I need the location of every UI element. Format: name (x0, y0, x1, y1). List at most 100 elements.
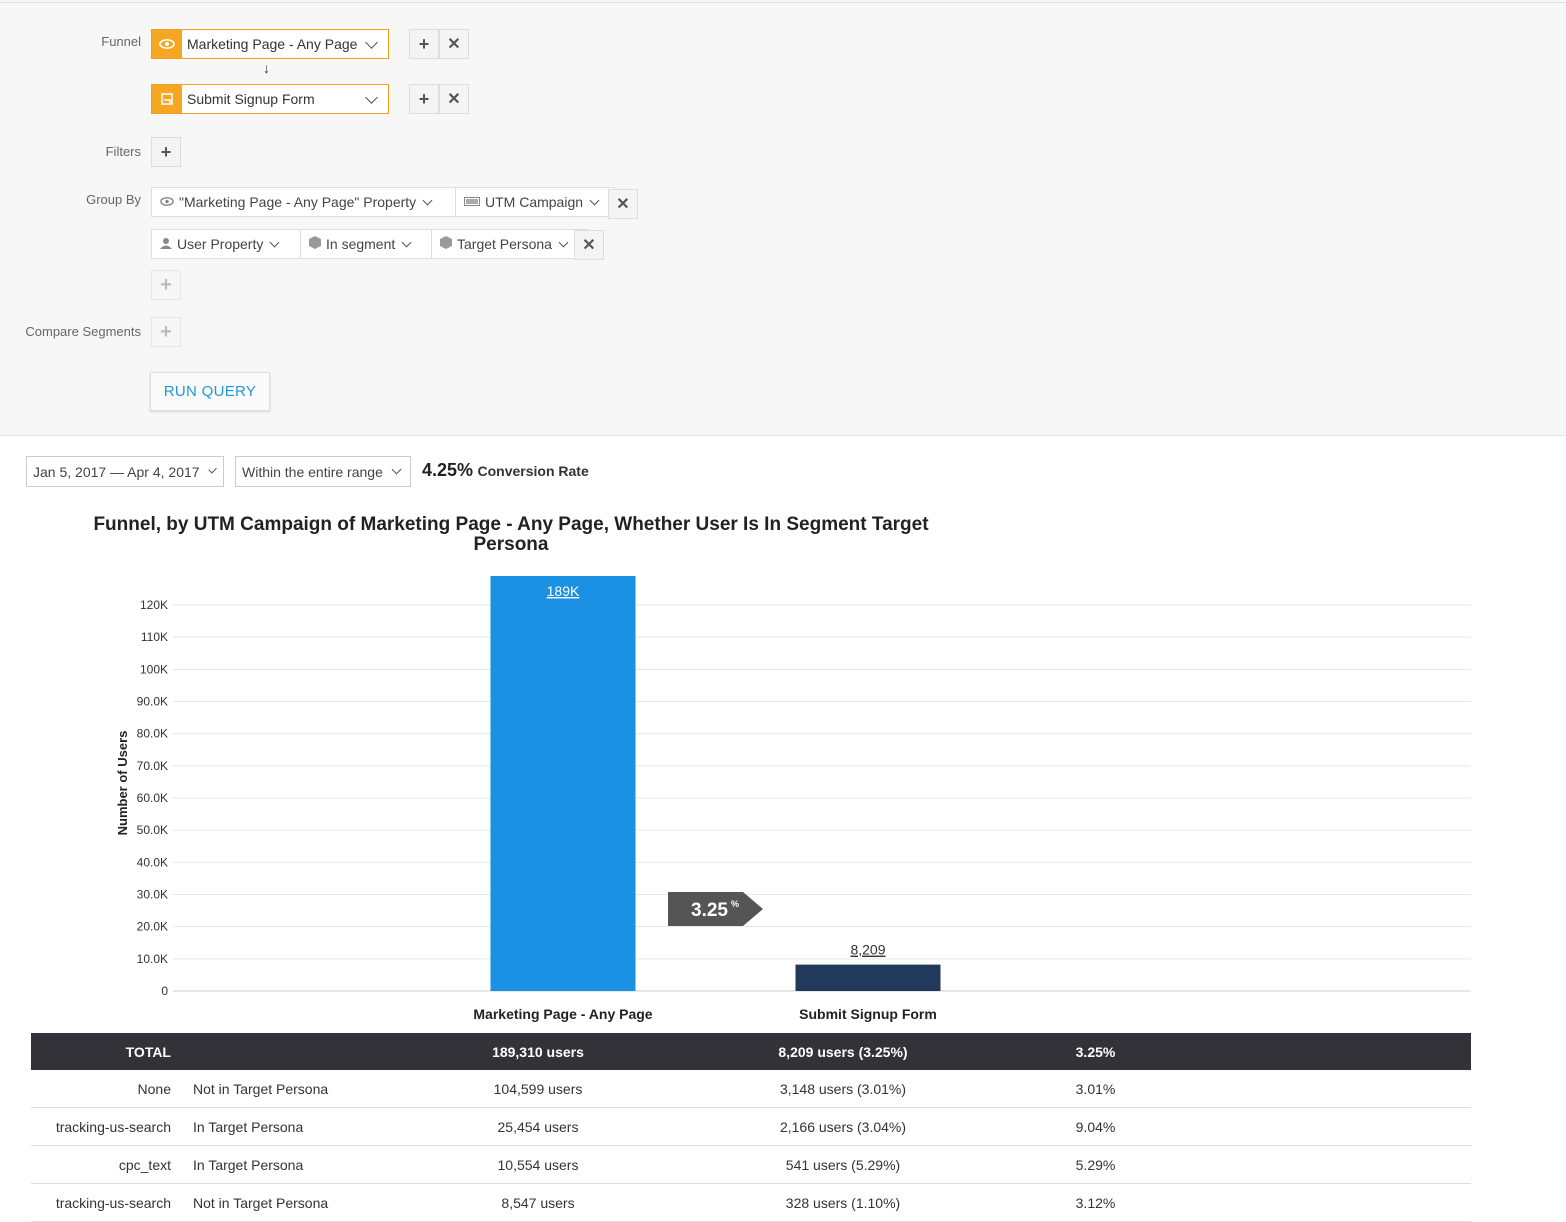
table-cell: Not in Target Persona (171, 1070, 378, 1108)
table-cell: tracking-us-search (31, 1107, 171, 1146)
table-cell-spacer (1203, 1107, 1471, 1146)
funnel-chart: 0 10.0K 20.0K 30.0K 40.0K 50.0K 60.0K 70.0K 80.0… (115, 576, 1471, 1022)
step-2-actions: + ✕ (409, 84, 469, 114)
plus-icon: + (418, 88, 430, 109)
filters-label: Filters (105, 144, 141, 159)
segment-icon (309, 236, 321, 252)
table-cell: 25,454 users (378, 1107, 698, 1146)
bar (490, 576, 636, 991)
table-cell-spacer (1203, 1070, 1471, 1108)
chevron-down-icon (589, 195, 600, 205)
table-cell: 2,166 users (3.04%) (698, 1107, 988, 1146)
compare-segments-label: Compare Segments (25, 324, 141, 339)
group-by-user-property-select[interactable]: User Property (152, 230, 301, 258)
group-by-event-property-label: "Marketing Page - Any Page" Property (179, 194, 417, 210)
eye-icon (152, 30, 182, 58)
table-cell: 5.29% (988, 1145, 1203, 1184)
remove-step-button[interactable]: ✕ (439, 84, 469, 114)
funnel-label: Funnel (101, 34, 141, 49)
date-range-picker[interactable]: Jan 5, 2017 — Apr 4, 2017 (26, 456, 224, 487)
chevron-down-icon (401, 237, 412, 247)
y-tick-label: 90.0K (137, 695, 168, 709)
table-total-row: TOTAL 189,310 users 8,209 users (3.25%) 3.2… (31, 1033, 1471, 1070)
y-tick-label: 20.0K (137, 920, 168, 934)
table-cell: Not in Target Persona (171, 1183, 378, 1222)
group-by-user-property-label: User Property (177, 236, 264, 252)
table-cell: 104,599 users (378, 1070, 698, 1108)
group-by-row-1: "Marketing Page - Any Page" Property UTM… (151, 187, 615, 217)
add-compare-segment-button[interactable]: + (151, 317, 181, 347)
run-query-button[interactable]: RUN QUERY (150, 372, 270, 411)
y-tick-label: 50.0K (137, 823, 168, 837)
group-by-utm-select[interactable]: UTM Campaign (456, 188, 614, 216)
table-cell: 189,310 users (378, 1033, 698, 1070)
conversion-arrow-value: 3.25 (691, 900, 728, 921)
range-mode-label: Within the entire range (242, 463, 383, 480)
conversion-rate-summary: 4.25% Conversion Rate (422, 460, 589, 481)
group-by-event-property-select[interactable]: "Marketing Page - Any Page" Property (152, 188, 456, 216)
add-filter-button[interactable]: + (151, 137, 181, 167)
y-tick-label: 0 (161, 984, 168, 998)
table-cell: 10,554 users (378, 1145, 698, 1184)
table-cell: 8,547 users (378, 1183, 698, 1222)
bar-value-label: 189K (547, 583, 580, 599)
funnel-step-1-label: Marketing Page - Any Page (187, 36, 358, 52)
bar (795, 964, 941, 991)
remove-group-button[interactable]: ✕ (574, 230, 604, 260)
table-cell: 3.01% (988, 1070, 1203, 1108)
table-cell: In Target Persona (171, 1107, 378, 1146)
y-tick-label: 110K (141, 630, 168, 644)
table-cell: 541 users (5.29%) (698, 1145, 988, 1184)
range-mode-select[interactable]: Within the entire range (235, 456, 411, 487)
chevron-down-icon (422, 195, 433, 205)
form-icon (152, 85, 182, 113)
table-cell: None (31, 1070, 171, 1108)
close-icon: ✕ (447, 36, 461, 53)
group-by-target-persona-label: Target Persona (457, 236, 552, 252)
user-icon (160, 237, 172, 252)
table-row: cpc_text In Target Persona 10,554 users 541… (31, 1145, 1471, 1184)
y-tick-label: 70.0K (137, 759, 168, 773)
group-by-target-persona-select[interactable]: Target Persona (432, 230, 587, 258)
arrow-down-icon: ↓ (263, 60, 270, 76)
y-axis-label: Number of Users (115, 731, 130, 836)
table-row: None Not in Target Persona 104,599 users 3,… (31, 1070, 1471, 1108)
x-category-label: Submit Signup Form (799, 1006, 937, 1022)
chevron-down-icon (365, 90, 378, 104)
segment-icon (440, 236, 452, 252)
funnel-step-2-select[interactable]: Submit Signup Form (151, 84, 389, 114)
date-range-label: Jan 5, 2017 — Apr 4, 2017 (33, 463, 200, 480)
close-icon: ✕ (447, 91, 461, 108)
group-by-row-2: User Property In segment Target Persona (151, 229, 588, 259)
remove-step-button[interactable]: ✕ (439, 29, 469, 59)
plus-icon: + (160, 274, 172, 296)
step-1-actions: + ✕ (409, 29, 469, 59)
chart-title: Funnel, by UTM Campaign of Marketing Pag… (93, 514, 929, 555)
utm-icon (464, 195, 480, 209)
chevron-down-icon (269, 237, 280, 247)
table-cell (171, 1033, 378, 1070)
table-cell-spacer (1203, 1183, 1471, 1222)
group-by-in-segment-select[interactable]: In segment (301, 230, 432, 258)
y-tick-label: 10.0K (137, 952, 168, 966)
x-category-label: Marketing Page - Any Page (473, 1006, 652, 1022)
table-cell: TOTAL (31, 1033, 171, 1070)
y-tick-label: 40.0K (137, 855, 168, 869)
funnel-step-1-select[interactable]: Marketing Page - Any Page (151, 29, 389, 59)
table-cell: 9.04% (988, 1107, 1203, 1146)
table-cell: In Target Persona (171, 1145, 378, 1184)
table-cell: 8,209 users (3.25%) (698, 1033, 988, 1070)
y-tick-label: 120K (140, 598, 168, 612)
add-step-button[interactable]: + (409, 84, 439, 114)
remove-group-button[interactable]: ✕ (608, 189, 638, 219)
conversion-arrow-unit: % (731, 899, 739, 909)
group-by-in-segment-label: In segment (326, 236, 396, 252)
y-tick-label: 30.0K (137, 888, 168, 902)
chevron-down-icon (365, 35, 378, 49)
table-cell: cpc_text (31, 1145, 171, 1184)
add-step-button[interactable]: + (409, 29, 439, 59)
add-group-by-button[interactable]: + (151, 270, 181, 300)
plus-icon: + (160, 321, 172, 343)
query-builder-panel: Funnel Marketing Page - Any Page + ✕ ↓ S… (0, 0, 1566, 436)
table-cell: 3,148 users (3.01%) (698, 1070, 988, 1108)
